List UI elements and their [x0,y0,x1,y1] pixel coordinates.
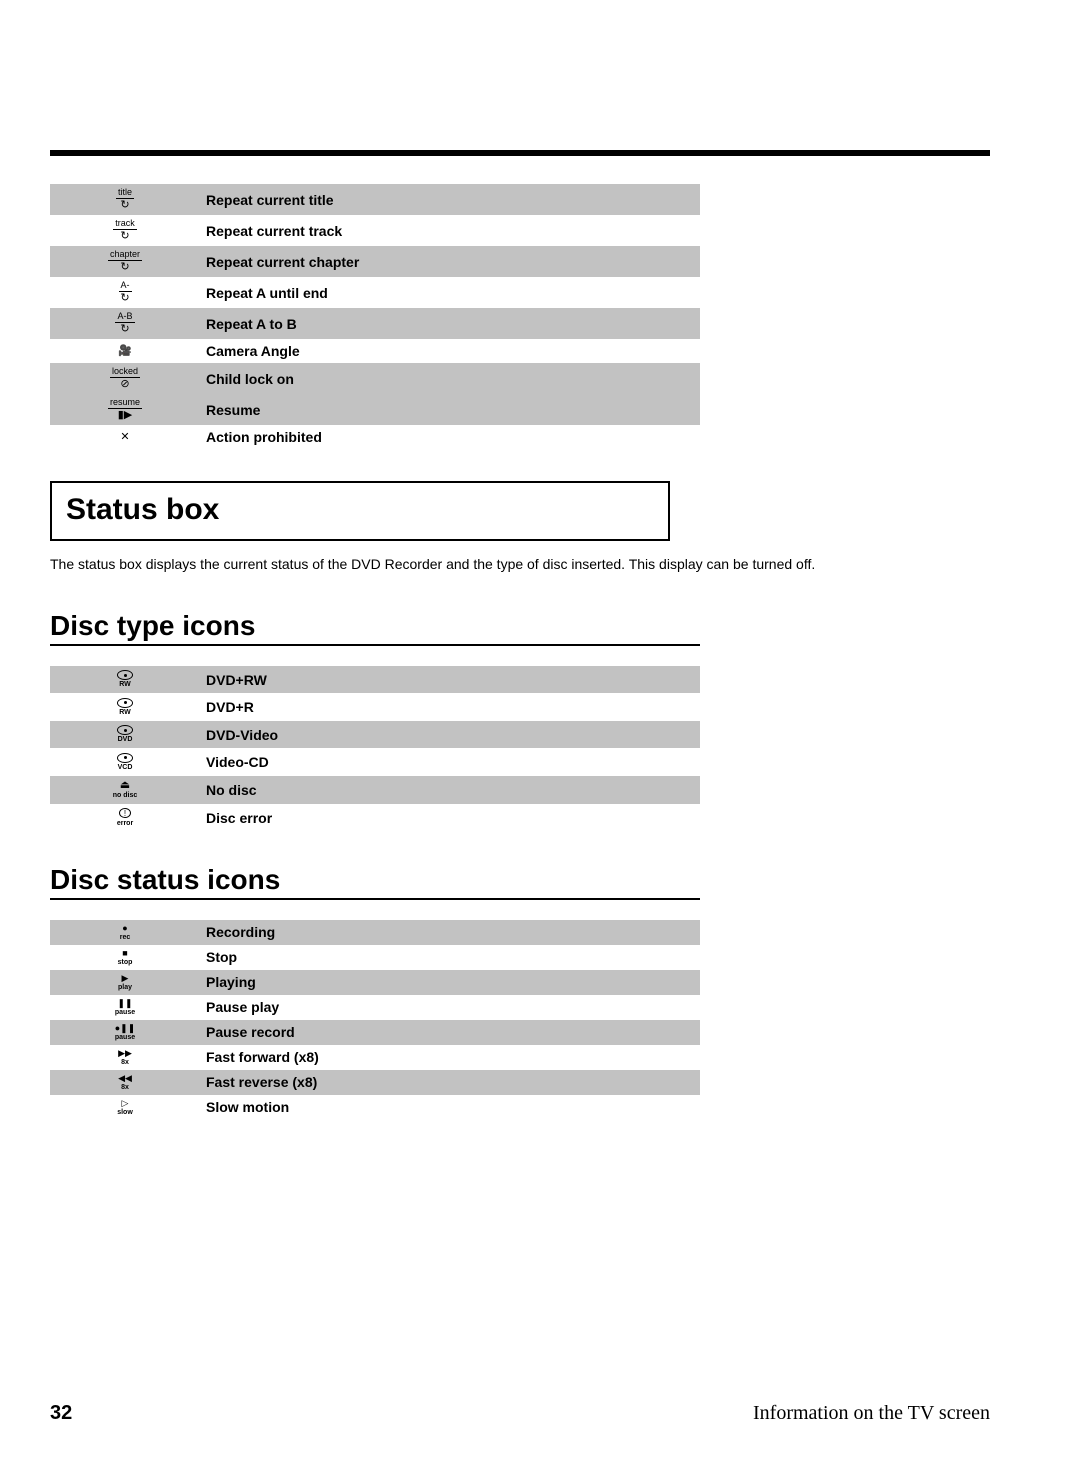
table-row: A-B↻Repeat A to B [50,308,700,339]
status-icon: title↻ [50,184,200,215]
table-row: RWDVD+R [50,693,700,721]
status-box-text: The status box displays the current stat… [50,555,950,574]
icon-description: Repeat current chapter [200,246,700,277]
table-row: ●recRecording [50,920,700,945]
icon-description: No disc [200,776,700,804]
table-row: ■stopStop [50,945,700,970]
status-icon: track↻ [50,215,200,246]
table-row: ▶▶8xFast forward (x8) [50,1045,700,1070]
icon-description: Repeat A to B [200,308,700,339]
table-row: ⏏no discNo disc [50,776,700,804]
table-row: A-↻Repeat A until end [50,277,700,308]
table-row: DVDDVD-Video [50,721,700,749]
page-footer: 32 Information on the TV screen [50,1402,990,1425]
table-row: track↻Repeat current track [50,215,700,246]
icon-description: Disc error [200,804,700,832]
disc-status-icon: ❚❚pause [50,995,200,1020]
status-icon: A-↻ [50,277,200,308]
table-row: chapter↻Repeat current chapter [50,246,700,277]
icon-description: Repeat A until end [200,277,700,308]
disc-type-table: RWDVD+RWRWDVD+RDVDDVD-VideoVCDVideo-CD⏏n… [50,666,700,832]
disc-status-icon: ▷slow [50,1095,200,1120]
disc-type-icon: RW [50,693,200,721]
disc-type-icon: RW [50,666,200,694]
page-number: 32 [50,1402,72,1425]
icon-description: Pause play [200,995,700,1020]
disc-type-icon: ⏏no disc [50,776,200,804]
status-icon: A-B↻ [50,308,200,339]
icon-description: Camera Angle [200,339,700,363]
icon-description: Slow motion [200,1095,700,1120]
table-row: title↻Repeat current title [50,184,700,215]
disc-status-table: ●recRecording■stopStop▶playPlaying❚❚paus… [50,920,700,1120]
table-row: ❚❚pausePause play [50,995,700,1020]
table-row: locked⊘Child lock on [50,363,700,394]
table-row: RWDVD+RW [50,666,700,694]
table-row: ▷slowSlow motion [50,1095,700,1120]
icon-description: Fast reverse (x8) [200,1070,700,1095]
disc-type-icon: VCD [50,748,200,776]
icon-description: Fast forward (x8) [200,1045,700,1070]
icon-description: Pause record [200,1020,700,1045]
icon-description: Playing [200,970,700,995]
top-icons-table: title↻Repeat current titletrack↻Repeat c… [50,184,700,449]
disc-status-heading: Disc status icons [50,864,700,900]
icon-description: Repeat current track [200,215,700,246]
status-icon: 🎥 [50,339,200,363]
icon-description: Child lock on [200,363,700,394]
table-row: ●❚❚pausePause record [50,1020,700,1045]
disc-status-icon: ▶▶8x [50,1045,200,1070]
icon-description: Recording [200,920,700,945]
table-row: ▶playPlaying [50,970,700,995]
disc-status-icon: ▶play [50,970,200,995]
icon-description: Resume [200,394,700,425]
icon-description: DVD-Video [200,721,700,749]
top-rule [50,150,990,156]
table-row: resume▮▶Resume [50,394,700,425]
disc-status-icon: ■stop [50,945,200,970]
page: title↻Repeat current titletrack↻Repeat c… [0,0,1080,1473]
icon-description: Video-CD [200,748,700,776]
icon-description: Action prohibited [200,425,700,449]
footer-title: Information on the TV screen [753,1402,990,1425]
table-row: ◀◀8xFast reverse (x8) [50,1070,700,1095]
disc-type-icon: DVD [50,721,200,749]
disc-status-icon: ◀◀8x [50,1070,200,1095]
status-icon: chapter↻ [50,246,200,277]
status-box-title: Status box [66,493,654,527]
table-row: !errorDisc error [50,804,700,832]
disc-type-heading: Disc type icons [50,610,700,646]
disc-type-icon: !error [50,804,200,832]
icon-description: Repeat current title [200,184,700,215]
status-icon: resume▮▶ [50,394,200,425]
status-icon: ✕ [50,425,200,449]
icon-description: DVD+RW [200,666,700,694]
table-row: ✕Action prohibited [50,425,700,449]
disc-status-icon: ●rec [50,920,200,945]
table-row: 🎥Camera Angle [50,339,700,363]
status-icon: locked⊘ [50,363,200,394]
status-box: Status box [50,481,670,541]
icon-description: Stop [200,945,700,970]
table-row: VCDVideo-CD [50,748,700,776]
icon-description: DVD+R [200,693,700,721]
disc-status-icon: ●❚❚pause [50,1020,200,1045]
